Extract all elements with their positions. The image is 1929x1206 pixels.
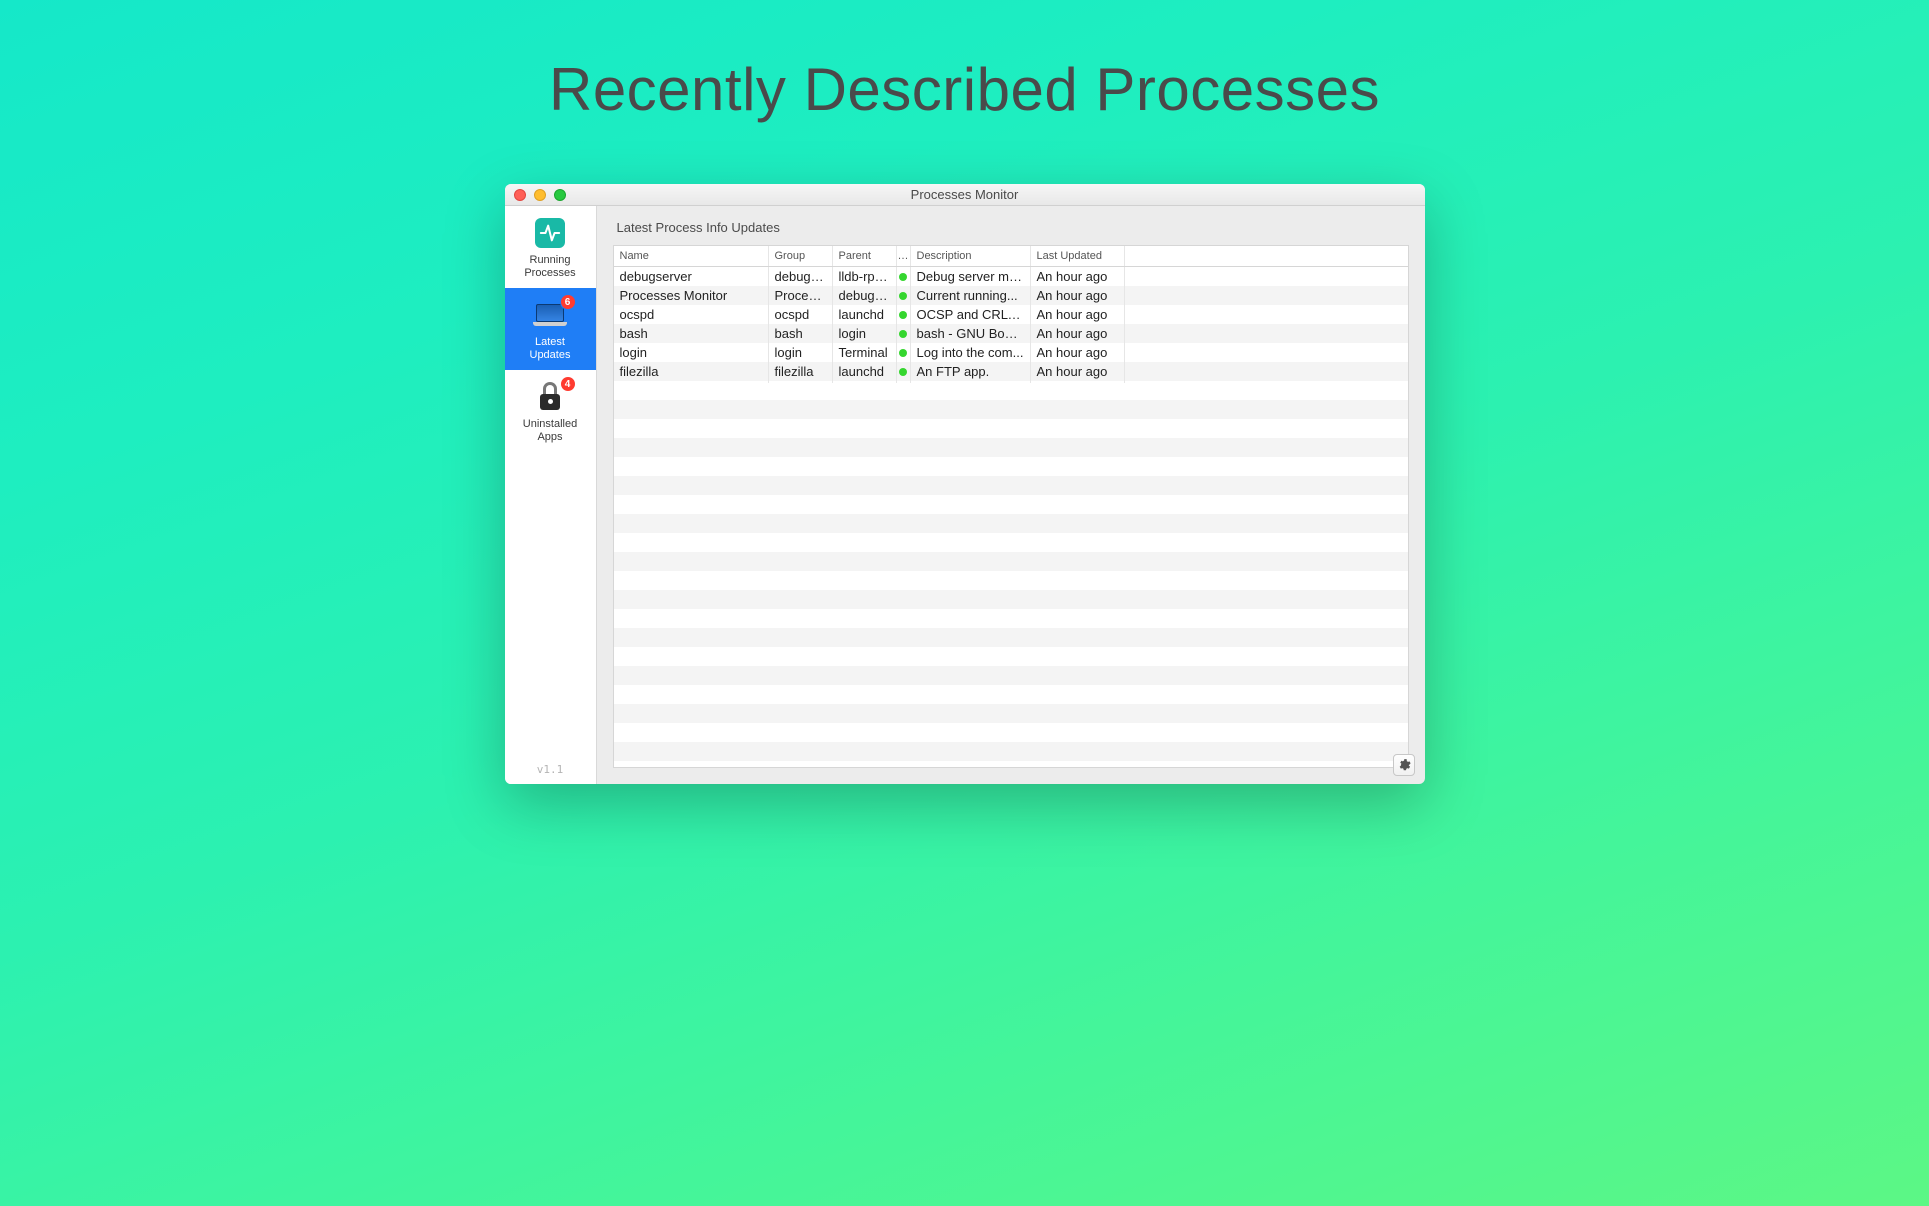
app-window: Processes Monitor Running Processes 6 [505,184,1425,784]
col-name[interactable]: Name [614,246,769,266]
table-row-empty [614,742,1408,761]
table-row-empty [614,666,1408,685]
table-row-empty [614,438,1408,457]
badge: 4 [560,376,576,392]
table-row-empty [614,647,1408,666]
table-row-empty [614,609,1408,628]
maximize-icon[interactable] [554,189,566,201]
table-row-empty [614,400,1408,419]
cell-group: filezilla [769,360,833,383]
section-title: Latest Process Info Updates [597,206,1425,245]
close-icon[interactable] [514,189,526,201]
table-row-empty [614,628,1408,647]
table-row-empty [614,533,1408,552]
window-title: Processes Monitor [505,187,1425,202]
table-row-empty [614,571,1408,590]
table-row-empty [614,495,1408,514]
sidebar: Running Processes 6 Latest Updates 4 [505,206,597,784]
status-dot-icon [899,311,907,319]
titlebar: Processes Monitor [505,184,1425,206]
table-row-empty [614,704,1408,723]
lock-icon [537,384,563,410]
cell-ext [1125,349,1408,357]
activity-icon [535,218,565,248]
table-row-empty [614,590,1408,609]
table-row[interactable]: filezillafilezillalaunchdAn FTP app.An h… [614,362,1408,381]
cell-ext [1125,292,1408,300]
cell-ext [1125,368,1408,376]
badge: 6 [560,294,576,310]
sidebar-item-label: Uninstalled Apps [509,418,592,444]
status-dot-icon [899,330,907,338]
table-header: Name Group Parent … Description Last Upd… [614,246,1408,267]
cell-parent: launchd [833,360,897,383]
settings-button[interactable] [1393,754,1415,776]
cell-status [897,360,911,383]
col-status[interactable]: … [897,246,911,266]
col-description[interactable]: Description [911,246,1031,266]
table-row-empty [614,381,1408,400]
table-row-empty [614,419,1408,438]
version-label: v1.1 [505,755,596,784]
gear-icon [1397,758,1411,772]
col-extra [1125,246,1408,266]
table-body: debugserverdebugs...lldb-rpc...Debug ser… [614,267,1408,767]
cell-name: filezilla [614,360,769,383]
sidebar-item-uninstalled-apps[interactable]: 4 Uninstalled Apps [505,370,596,452]
status-dot-icon [899,292,907,300]
cell-ext [1125,330,1408,338]
table-row-empty [614,723,1408,742]
main-pane: Latest Process Info Updates Name Group P… [597,206,1425,784]
table-row-empty [614,685,1408,704]
table-row-empty [614,514,1408,533]
status-dot-icon [899,349,907,357]
traffic-lights [505,189,566,201]
col-parent[interactable]: Parent [833,246,897,266]
status-dot-icon [899,368,907,376]
col-group[interactable]: Group [769,246,833,266]
cell-description: An FTP app. [911,360,1031,383]
hero-title: Recently Described Processes [549,55,1380,124]
process-table: Name Group Parent … Description Last Upd… [613,245,1409,768]
table-row-empty [614,457,1408,476]
table-row-empty [614,552,1408,571]
col-last-updated[interactable]: Last Updated [1031,246,1125,266]
sidebar-item-running-processes[interactable]: Running Processes [505,206,596,288]
cell-ext [1125,311,1408,319]
sidebar-item-label: Latest Updates [509,336,592,362]
table-row-empty [614,476,1408,495]
minimize-icon[interactable] [534,189,546,201]
sidebar-item-latest-updates[interactable]: 6 Latest Updates [505,288,596,370]
window-body: Running Processes 6 Latest Updates 4 [505,206,1425,784]
cell-last-updated: An hour ago [1031,360,1125,383]
sidebar-item-label: Running Processes [509,254,592,280]
cell-ext [1125,273,1408,281]
status-dot-icon [899,273,907,281]
